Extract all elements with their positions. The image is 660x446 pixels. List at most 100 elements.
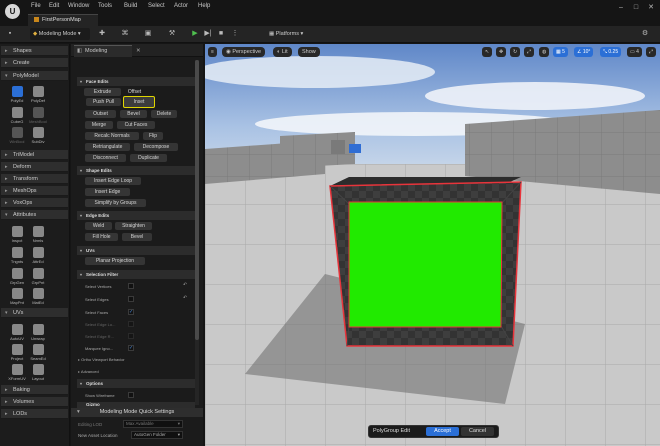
select-edge-loops-checkbox[interactable] [128,321,134,327]
save-icon[interactable]: ▪ [5,29,15,39]
tool-attred[interactable]: AttrEd [29,246,47,268]
tool-polyed[interactable]: PolyEd [8,85,26,107]
step-icon[interactable]: ▶| [203,29,213,39]
category-shapes[interactable]: ▸ Shapes [1,46,68,56]
ortho-viewport-behavior-row[interactable]: ▸ Ortho Viewport Behavior [78,357,125,362]
grid-snap-toggle[interactable]: ▦ 5 [553,47,568,57]
tool-project[interactable]: Project [8,343,26,365]
quick-settings-header[interactable]: ▾ Modeling Mode Quick Settings [71,408,203,417]
reset-edges-icon[interactable]: ↶ [183,295,187,301]
settings-icon[interactable]: ⚙ [640,29,650,39]
category-polymodel[interactable]: ▾ PolyModel [1,71,68,81]
editing-lod-select[interactable]: Max Available ▾ [123,420,183,428]
flip-button[interactable]: Flip [143,132,163,140]
fill-hole-button[interactable]: Fill Hole [85,233,118,241]
scale-snap-toggle[interactable]: ⤡ 0.25 [600,47,622,57]
push-pull-button[interactable]: Push Pull [86,98,121,106]
show-wireframe-checkbox[interactable] [128,392,134,398]
level-viewport[interactable] [205,44,660,446]
select-edge-rings-checkbox[interactable] [128,333,134,339]
menu-edit[interactable]: Edit [49,3,59,9]
tool-subdiv[interactable]: SubDiv [29,126,47,148]
category-voxops[interactable]: ▸ VoxOps [1,198,68,208]
play-icon[interactable]: ▶ [190,29,200,39]
viewport-menu-icon[interactable]: ≡ [208,47,217,57]
tool-layout[interactable]: Layout [29,363,47,385]
menu-tools[interactable]: Tools [98,3,112,9]
tool-autouv[interactable]: AutoUV [8,323,26,345]
tab-close-icon[interactable]: ✕ [136,46,141,57]
extrude-button[interactable]: Extrude [84,88,121,96]
platforms-button[interactable]: ▦ Platforms ▾ [266,28,311,40]
selection-filter-header[interactable]: ▾ Selection Filter [77,270,195,279]
close-icon[interactable]: ✕ [646,3,656,12]
scale-icon[interactable]: ⤢ [524,47,535,57]
tool-cubeg[interactable]: CubeG [8,106,26,128]
maximize-icon[interactable]: □ [631,3,641,12]
options-header[interactable]: ▾ Options [77,379,195,388]
menu-help[interactable]: Help [198,3,210,9]
tool-xformuv[interactable]: XFormUV [8,363,26,385]
menu-window[interactable]: Window [68,3,89,9]
category-attributes[interactable]: ▾ Attributes [1,210,68,220]
planar-projection-button[interactable]: Planar Projection [85,257,145,265]
category-deform[interactable]: ▸ Deform [1,162,68,172]
edge-edits-header[interactable]: ▾ Edge Edits [77,211,195,220]
insert-edge-loop-button[interactable]: Insert Edge Loop [85,177,141,185]
tool-mated[interactable]: MatEd [29,287,47,309]
world-local-icon[interactable]: ◍ [539,47,550,57]
tool-inspct[interactable]: Inspct [8,225,26,247]
advanced-row[interactable]: ▸ Advanced [78,369,99,374]
select-edges-checkbox[interactable] [128,296,134,302]
category-create[interactable]: ▸ Create [1,58,68,68]
merge-button[interactable]: Merge [85,121,113,129]
maximize-viewport-icon[interactable]: ⤢ [646,47,657,57]
cancel-button[interactable]: Cancel [461,427,494,436]
tool-grppnt[interactable]: GrpPnt [29,267,47,289]
tool-winbool[interactable]: WinBool [8,126,26,148]
blueprint-icon[interactable]: ⌘ [120,29,130,39]
menu-select[interactable]: Select [148,3,165,9]
show-button[interactable]: Show [298,47,320,57]
simplify-by-groups-button[interactable]: Simplify by Groups [85,199,146,207]
recalc-normals-button[interactable]: Recalc Normals [85,132,139,140]
tab-modeling[interactable]: ◧ Modeling ✕ [74,45,141,57]
build-icon[interactable]: ⚒ [167,29,177,39]
category-uvs[interactable]: ▾ UVs [1,308,68,318]
add-icon[interactable]: ✚ [97,29,107,39]
tool-seamed[interactable]: SeamEd [29,343,47,365]
category-baking[interactable]: ▸ Baking [1,385,68,395]
select-mode-icon[interactable]: ↖ [482,47,493,57]
rotate-icon[interactable]: ↻ [510,47,521,57]
edge-bevel-button[interactable]: Bevel [122,233,152,241]
accept-button[interactable]: Accept [426,427,459,436]
angle-snap-toggle[interactable]: ∠ 10° [574,47,594,57]
minimize-icon[interactable]: – [616,3,626,12]
level-tab[interactable]: FirstPersonMap [28,14,98,26]
select-faces-checkbox[interactable]: ✓ [128,309,134,315]
lit-button[interactable]: ◐ Lit [273,47,292,57]
category-meshops[interactable]: ▸ MeshOps [1,186,68,196]
tool-meshbool[interactable]: MeshBool [29,106,47,128]
category-volumes[interactable]: ▸ Volumes [1,397,68,407]
uvs-header[interactable]: ▾ UVs [77,246,195,255]
bevel-button[interactable]: Bevel [120,110,147,118]
tool-grpgen[interactable]: GrpGen [8,267,26,289]
inset-button[interactable]: Inset [123,96,155,108]
category-lods[interactable]: ▸ LODs [1,409,68,419]
decompose-button[interactable]: Decompose [134,143,178,151]
tool-tngnts[interactable]: Tngnts [8,246,26,268]
tool-mappnt[interactable]: MapPnt [8,287,26,309]
reset-vertices-icon[interactable]: ↶ [183,282,187,288]
play-options-icon[interactable]: ⋮ [230,29,240,39]
retriangulate-button[interactable]: Retriangulate [85,143,130,151]
select-vertices-checkbox[interactable] [128,283,134,289]
category-transform[interactable]: ▸ Transform [1,174,68,184]
face-edits-header[interactable]: ▾ Face Edits [77,77,195,86]
offset-button[interactable]: Offset [118,88,151,96]
duplicate-button[interactable]: Duplicate [130,154,167,162]
stop-icon[interactable]: ■ [216,29,226,39]
insert-edge-button[interactable]: Insert Edge [85,188,130,196]
category-trimodel[interactable]: ▸ TriModel [1,150,68,160]
tool-nrmls[interactable]: Nrmls [29,225,47,247]
